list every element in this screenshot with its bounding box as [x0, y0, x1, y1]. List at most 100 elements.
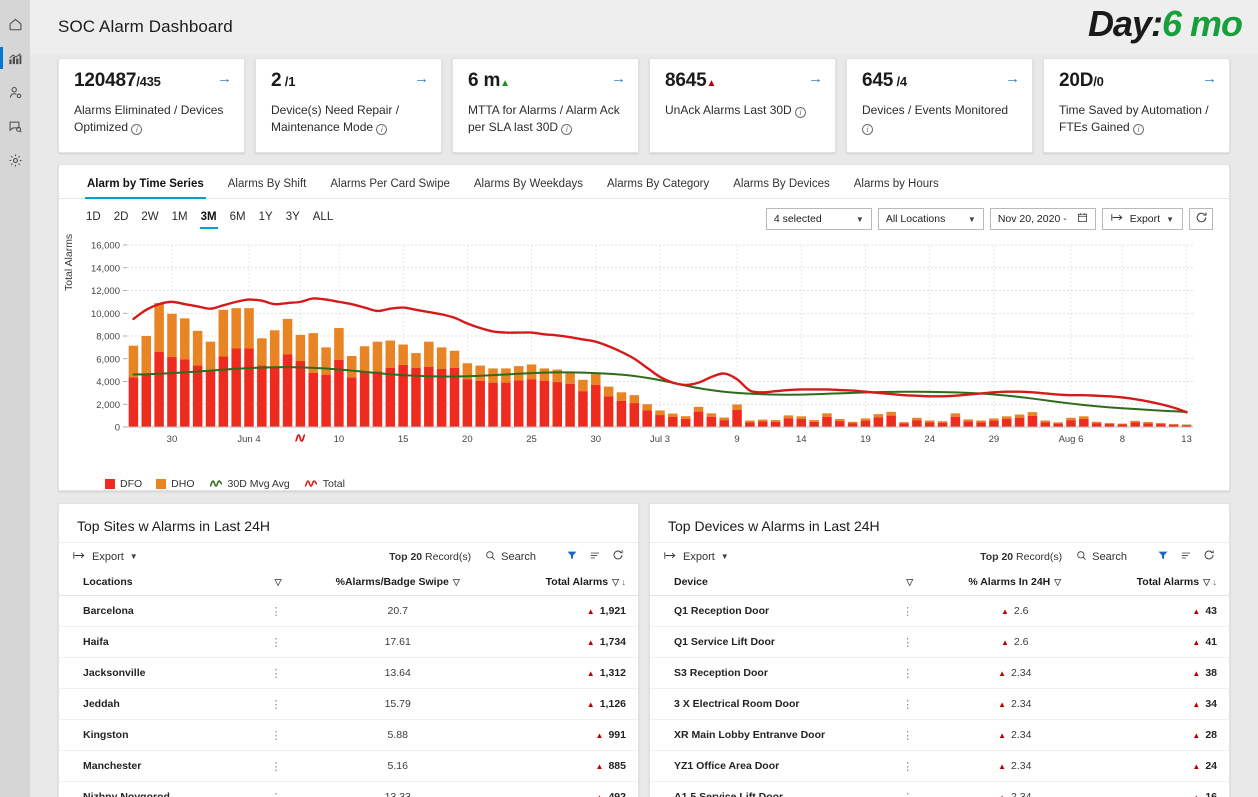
range-6m[interactable]: 6M [225, 208, 251, 230]
kpi-card[interactable]: 6 m▲ MTTA for Alarms / Alarm Ack per SLA … [452, 58, 639, 153]
table-row[interactable]: S3 Reception Door ⋮ ▲ 2.34 ▲ 38 [650, 657, 1229, 689]
devices-export-button[interactable]: Export ▼ [664, 551, 729, 563]
kpi-value: 645 /4 [862, 70, 1019, 92]
kpi-drilldown-arrow[interactable]: → [217, 71, 232, 86]
kpi-card[interactable]: 8645▲ UnAck Alarms Last 30D i → [649, 58, 836, 153]
date-range-picker[interactable]: Nov 20, 2020 - [989, 208, 1096, 230]
sidebar-item-home[interactable] [0, 8, 30, 40]
info-icon[interactable]: i [862, 124, 873, 136]
tab-alarms-by-category[interactable]: Alarms By Category [595, 178, 721, 198]
table-row[interactable]: Haifa ⋮ 17.61 ▲ 1,734 [59, 626, 638, 658]
row-menu-button[interactable]: ⋮ [250, 781, 303, 797]
range-3m[interactable]: 3M [196, 208, 222, 230]
col-device-filter[interactable]: ▽ [881, 570, 934, 596]
kpi-drilldown-arrow[interactable]: → [808, 71, 823, 86]
chart-refresh-button[interactable] [1189, 208, 1213, 230]
kpi-drilldown-arrow[interactable]: → [611, 71, 626, 86]
row-menu-button[interactable]: ⋮ [881, 781, 934, 797]
table-row[interactable]: Kingston ⋮ 5.88 ▲ 991 [59, 719, 638, 751]
range-1d[interactable]: 1D [81, 208, 106, 230]
row-menu-button[interactable]: ⋮ [881, 688, 934, 720]
info-icon[interactable]: i [795, 107, 807, 118]
sidebar-item-users[interactable] [0, 76, 30, 108]
trend-up-icon: ▲ [706, 78, 717, 89]
table-row[interactable]: Jeddah ⋮ 15.79 ▲ 1,126 [59, 688, 638, 720]
legend-item[interactable]: DFO [105, 478, 142, 490]
top-sites-toolbar: Export ▼ Top 20 Record(s) Search [59, 542, 638, 570]
col-locations[interactable]: Locations [59, 570, 251, 596]
col-total-alarms[interactable]: Total Alarms ▽ ↓ [1095, 570, 1229, 596]
range-1y[interactable]: 1Y [254, 208, 278, 230]
row-menu-button[interactable]: ⋮ [250, 719, 303, 751]
sidebar-item-monitoring[interactable] [0, 110, 30, 142]
col-pct-alarms-badge[interactable]: %Alarms/Badge Swipe ▽ [302, 570, 494, 596]
table-row[interactable]: 3 X Electrical Room Door ⋮ ▲ 2.34 ▲ 34 [650, 688, 1229, 720]
chart-svg[interactable]: 0 2,000 4,000 6,000 8,000 10,000 12,000 14,000 1… [65, 239, 1207, 451]
info-icon[interactable]: i [561, 124, 573, 136]
locations-select[interactable]: All Locations ▼ [877, 208, 984, 230]
col-device[interactable]: Device [650, 570, 882, 596]
refresh-icon[interactable] [612, 549, 624, 564]
sort-list-icon[interactable] [589, 550, 601, 564]
refresh-icon[interactable] [1203, 549, 1215, 564]
info-icon[interactable]: i [131, 124, 143, 136]
filter-icon[interactable] [566, 550, 578, 564]
tab-alarm-by-time-series[interactable]: Alarm by Time Series [75, 178, 216, 199]
range-3y[interactable]: 3Y [281, 208, 305, 230]
svg-text:12,000: 12,000 [91, 286, 120, 297]
row-menu-button[interactable]: ⋮ [250, 750, 303, 782]
tab-alarms-per-card-swipe[interactable]: Alarms Per Card Swipe [318, 178, 462, 198]
table-row[interactable]: Q1 Service Lift Door ⋮ ▲ 2.6 ▲ 41 [650, 626, 1229, 658]
table-row[interactable]: Barcelona ⋮ 20.7 ▲ 1,921 [59, 595, 638, 627]
kpi-card[interactable]: 120487/435 Alarms Eliminated / Devices Op… [58, 58, 245, 153]
kpi-drilldown-arrow[interactable]: → [1005, 71, 1020, 86]
table-row[interactable]: Manchester ⋮ 5.16 ▲ 885 [59, 750, 638, 782]
devices-search-button[interactable]: Search [1076, 550, 1127, 564]
kpi-card[interactable]: 645 /4 Devices / Events Monitored i → [846, 58, 1033, 153]
table-row[interactable]: Jacksonville ⋮ 13.64 ▲ 1,312 [59, 657, 638, 689]
row-menu-button[interactable]: ⋮ [881, 657, 934, 689]
devices-select[interactable]: 4 selected ▼ [765, 208, 872, 230]
row-menu-button[interactable]: ⋮ [881, 719, 934, 751]
kpi-card[interactable]: 20D/0 Time Saved by Automation / FTEs Gai… [1043, 58, 1230, 153]
tab-alarms-by-shift[interactable]: Alarms By Shift [216, 178, 319, 198]
row-menu-button[interactable]: ⋮ [250, 595, 303, 627]
row-menu-button[interactable]: ⋮ [881, 626, 934, 658]
row-menu-button[interactable]: ⋮ [250, 657, 303, 689]
table-row[interactable]: Q1 Reception Door ⋮ ▲ 2.6 ▲ 43 [650, 595, 1229, 627]
col-locations-filter[interactable]: ▽ [250, 570, 303, 596]
sites-export-button[interactable]: Export ▼ [73, 551, 138, 563]
row-menu-button[interactable]: ⋮ [881, 750, 934, 782]
table-row[interactable]: A1.5 Service Lift Door⋮▲2.34▲16 [650, 781, 1229, 797]
tab-alarms-by-hours[interactable]: Alarms by Hours [842, 178, 951, 198]
sidebar-item-analytics[interactable] [0, 42, 30, 74]
range-2d[interactable]: 2D [109, 208, 134, 230]
kpi-drilldown-arrow[interactable]: → [1202, 71, 1217, 86]
legend-item[interactable]: DHO [156, 478, 195, 490]
row-menu-button[interactable]: ⋮ [250, 688, 303, 720]
tab-alarms-by-devices[interactable]: Alarms By Devices [721, 178, 842, 198]
sidebar-item-settings[interactable] [0, 144, 30, 176]
chart-export-button[interactable]: Export ▼ [1101, 208, 1183, 230]
row-menu-button[interactable]: ⋮ [250, 626, 303, 658]
info-icon[interactable]: i [376, 124, 388, 136]
table-row[interactable]: Nizhny Novgorod⋮13.33▲492 [59, 781, 638, 797]
col-total-alarms[interactable]: Total Alarms ▽ ↓ [493, 570, 638, 596]
kpi-drilldown-arrow[interactable]: → [414, 71, 429, 86]
col-pct-alarms-24h[interactable]: % Alarms In 24H ▽ [933, 570, 1096, 596]
chart-right-controls: 4 selected ▼ All Locations ▼ Nov 20, 202… [765, 208, 1213, 230]
sites-search-button[interactable]: Search [485, 550, 536, 564]
range-1m[interactable]: 1M [167, 208, 193, 230]
legend-item[interactable]: 30D Mvg Avg [209, 478, 290, 490]
table-row[interactable]: XR Main Lobby Entranve Door ⋮ ▲ 2.34 ▲ 28 [650, 719, 1229, 751]
legend-item[interactable]: Total [304, 478, 345, 490]
range-all[interactable]: ALL [308, 208, 338, 230]
filter-icon[interactable] [1157, 550, 1169, 564]
sort-list-icon[interactable] [1180, 550, 1192, 564]
kpi-card[interactable]: 2 /1 Device(s) Need Repair / Maintenance … [255, 58, 442, 153]
table-row[interactable]: YZ1 Office Area Door ⋮ ▲ 2.34 ▲ 24 [650, 750, 1229, 782]
row-menu-button[interactable]: ⋮ [881, 595, 934, 627]
tab-alarms-by-weekdays[interactable]: Alarms By Weekdays [462, 178, 595, 198]
info-icon[interactable]: i [1133, 124, 1145, 136]
range-2w[interactable]: 2W [136, 208, 163, 230]
